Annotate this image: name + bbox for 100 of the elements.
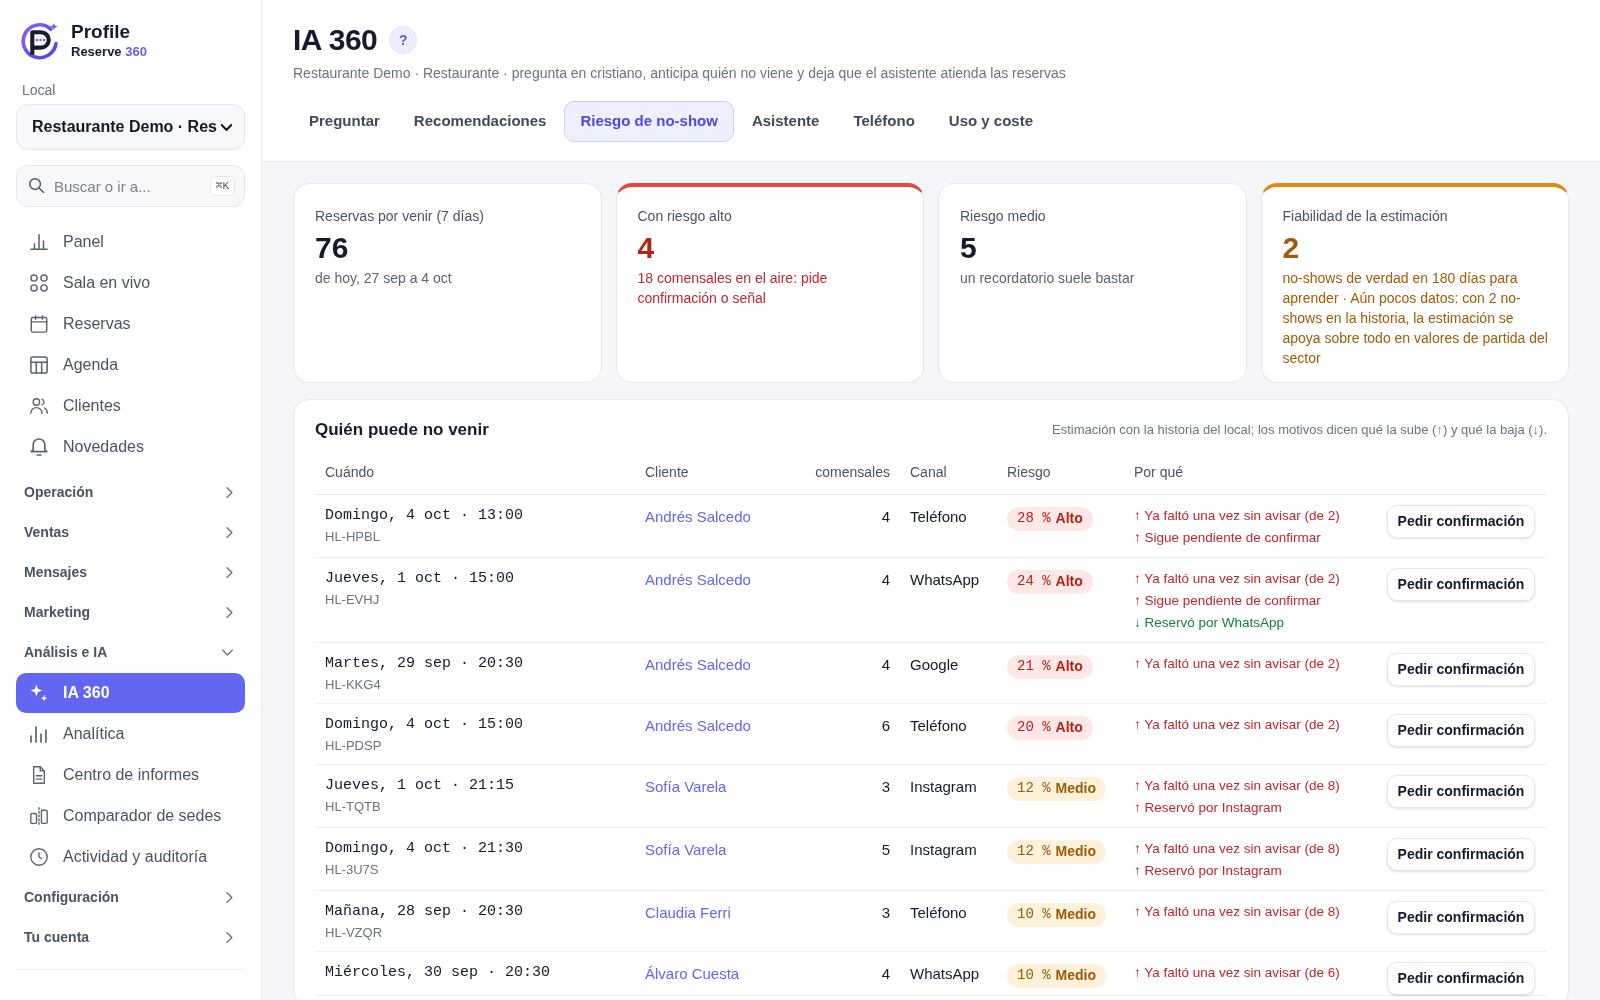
reason-text: ↑ Sigue pendiente de confirmar — [1134, 592, 1322, 610]
nav-link[interactable]: Actividad y auditoría — [16, 836, 245, 877]
venue-select[interactable]: Restaurante Demo · Res — [16, 104, 245, 150]
guest-count: 6 — [881, 717, 890, 734]
confirm-button[interactable]: Pedir confirmación — [1387, 775, 1535, 808]
stat-label: Reservas por venir (7 días) — [315, 207, 485, 226]
client-link[interactable]: Andrés Salcedo — [645, 656, 751, 673]
booking-code: HL-3U7S — [325, 861, 380, 879]
stat-note: 18 comensales en el aire: pide confirmación o señal — [637, 269, 829, 308]
channel-text: Instagram — [910, 841, 977, 858]
chevron-down-icon — [221, 123, 232, 131]
nav-group[interactable]: Mensajes — [16, 552, 245, 592]
column-header: Cliente — [645, 464, 689, 480]
booking-code: HL-HPBL — [325, 528, 381, 546]
confirm-button[interactable]: Pedir confirmación — [1387, 901, 1535, 934]
confirm-button[interactable]: Pedir confirmación — [1387, 653, 1535, 686]
stat-note: un recordatorio suele bastar — [960, 269, 1136, 288]
nav-group[interactable]: Ventas — [16, 512, 245, 552]
table-title: Quién puede no venir — [315, 419, 489, 441]
guest-count: 4 — [881, 656, 890, 673]
stat-value: 76 — [315, 230, 350, 266]
guest-count: 5 — [881, 841, 890, 858]
confirm-button[interactable]: Pedir confirmación — [1387, 962, 1535, 995]
confirm-button[interactable]: Pedir confirmación — [1387, 505, 1535, 538]
nav-link[interactable]: Reservas — [16, 303, 245, 344]
nav-link[interactable]: Sala en vivo — [16, 262, 245, 303]
guest-count: 3 — [881, 904, 890, 921]
search-icon — [29, 178, 44, 193]
booking-code: HL-VZQR — [325, 924, 384, 942]
client-link[interactable]: Sofía Varela — [645, 778, 727, 795]
nav-link[interactable]: Centro de informes — [16, 754, 245, 795]
tab[interactable]: Riesgo de no-show — [564, 101, 734, 142]
bar-chart-icon — [30, 724, 48, 743]
help-button[interactable]: ? — [389, 26, 418, 54]
booking-code: HL-TQTB — [325, 798, 382, 816]
nav-group[interactable]: Operación — [16, 472, 245, 512]
nav-link[interactable]: Panel — [16, 221, 245, 262]
reason-text: ↑ Ya faltó una vez sin avisar (de 8) — [1134, 777, 1341, 795]
stat-note: no-shows de verdad en 180 días para aprender · Aún pocos datos: con 2 no-shows en la historia, la estimación se apoya sobre todo en valores de partida del sector — [1282, 269, 1549, 368]
booking-time: Domingo, 4 oct · 21:30 — [325, 839, 525, 859]
reason-text: ↑ Ya faltó una vez sin avisar (de 8) — [1134, 840, 1341, 858]
reason-text: ↑ Ya faltó una vez sin avisar (de 8) — [1134, 903, 1341, 921]
booking-time: Miércoles, 30 sep · 20:30 — [325, 963, 552, 983]
nav-group[interactable]: Marketing — [16, 592, 245, 632]
risk-badge: 24 % Alto — [1007, 569, 1093, 594]
tab[interactable]: Recomendaciones — [397, 101, 563, 142]
channel-text: Teléfono — [910, 508, 967, 525]
nav-link[interactable]: IA 360 — [16, 672, 245, 713]
nav-group[interactable]: Tu cuenta — [16, 917, 245, 957]
client-link[interactable]: Andrés Salcedo — [645, 717, 751, 734]
column-header: comensales — [815, 464, 890, 480]
tab[interactable]: Preguntar — [293, 101, 396, 142]
clock-icon — [30, 847, 48, 866]
reason-text: ↑ Reservó por Instagram — [1134, 799, 1283, 817]
booking-code: HL-PDSP — [325, 737, 383, 755]
brand-name: Profile — [71, 21, 132, 43]
tab[interactable]: Teléfono — [837, 101, 931, 142]
reason-text: ↑ Sigue pendiente de confirmar — [1134, 529, 1322, 547]
booking-time: Jueves, 1 oct · 15:00 — [325, 569, 516, 589]
nav-link[interactable]: Agenda — [16, 344, 245, 385]
channel-text: WhatsApp — [910, 965, 980, 982]
nav-group[interactable]: Análisis e IA — [16, 632, 245, 672]
confirm-button[interactable]: Pedir confirmación — [1387, 568, 1535, 601]
stat-label: Con riesgo alto — [637, 207, 733, 226]
bell-icon — [30, 437, 48, 456]
nav-link[interactable]: Clientes — [16, 385, 245, 426]
client-link[interactable]: Álvaro Cuesta — [645, 965, 740, 982]
tab[interactable]: Uso y coste — [932, 101, 1050, 142]
client-link[interactable]: Sofía Varela — [645, 841, 727, 858]
client-link[interactable]: Andrés Salcedo — [645, 571, 751, 588]
confirm-button[interactable]: Pedir confirmación — [1387, 714, 1535, 747]
field-label: Local — [21, 81, 57, 100]
document-icon — [30, 765, 48, 784]
booking-time: Jueves, 1 oct · 21:15 — [325, 776, 516, 796]
page-subtitle: Restaurante Demo · Restaurante · pregunta en cristiano, anticipa quién no viene y deja que el asistente atienda las reservas — [293, 64, 1067, 83]
channel-text: Teléfono — [910, 904, 967, 921]
client-link[interactable]: Andrés Salcedo — [645, 508, 751, 525]
column-header: Cuándo — [325, 464, 375, 480]
reason-text: ↑ Ya faltó una vez sin avisar (de 2) — [1134, 716, 1341, 734]
column-header: Por qué — [1134, 464, 1184, 480]
channel-text: Instagram — [910, 778, 977, 795]
stat-value: 5 — [960, 230, 978, 266]
calendar-icon — [30, 314, 48, 333]
channel-text: Google — [910, 656, 959, 673]
nav-link[interactable]: Analítica — [16, 713, 245, 754]
nav-link[interactable]: Novedades — [16, 426, 245, 467]
table-icon — [30, 355, 48, 374]
stat-label: Riesgo medio — [960, 207, 1047, 226]
logo-icon — [21, 21, 59, 60]
reason-text: ↑ Ya faltó una vez sin avisar (de 2) — [1134, 570, 1341, 588]
client-link[interactable]: Claudia Ferri — [645, 904, 731, 921]
column-header: Riesgo — [1007, 464, 1051, 480]
guest-count: 4 — [881, 965, 890, 982]
users-icon — [30, 396, 48, 415]
split-boxes-icon — [30, 806, 48, 825]
confirm-button[interactable]: Pedir confirmación — [1387, 838, 1535, 871]
tab[interactable]: Asistente — [735, 101, 836, 142]
nav-group[interactable]: Configuración — [16, 877, 245, 917]
risk-badge: 10 % Medio — [1007, 963, 1107, 988]
nav-link[interactable]: Comparador de sedes — [16, 795, 245, 836]
